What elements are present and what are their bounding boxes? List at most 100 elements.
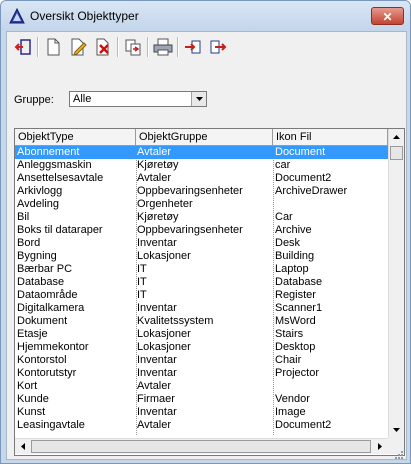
ikon-fil-cell: Stairs [275,328,304,340]
objekttype-cell: Kontorutstyr [17,367,77,379]
export-icon[interactable] [207,36,229,58]
table-row[interactable]: Dokument Kvalitetssystem MsWord [15,315,388,328]
import-icon[interactable] [182,36,204,58]
objekttype-cell: Dokument [17,315,68,327]
table-row[interactable]: Anleggsmaskin Kjøretøy car [15,159,388,172]
objekttype-cell: Database [17,276,65,288]
edit-icon[interactable] [67,36,89,58]
toolbar-separator [147,37,149,57]
ikon-fil-cell: Desk [275,237,301,249]
objekttype-cell: Avdeling [17,198,59,210]
table-row[interactable]: Kunst Inventar Image [15,406,388,419]
table-row[interactable]: Kort Avtaler [15,380,388,393]
objekttype-cell: Abonnement [17,146,80,158]
ikon-fil-cell: Car [275,211,293,223]
scroll-right-icon[interactable] [372,439,387,454]
ikon-fil-cell: Database [275,276,323,288]
ikon-fil-cell: Vendor [275,393,310,405]
client-area: Gruppe: Alle ObjektType ObjektGruppe Iko… [6,31,407,460]
objekttype-cell: Boks til dataraper [17,224,103,236]
objektgruppe-cell: Inventar [137,302,177,314]
objektgruppe-cell: Avtaler [137,419,172,431]
table-row[interactable]: Kontorstol Inventar Chair [15,354,388,367]
objekttype-cell: Bærbar PC [17,263,73,275]
table-row[interactable]: Bygning Lokasjoner Building [15,250,388,263]
column-header-objektgruppe[interactable]: ObjektGruppe [136,129,273,146]
objekttype-cell: Kunde [17,393,49,405]
resize-grip-icon[interactable] [393,449,403,459]
objektgruppe-cell: Kjøretøy [137,159,179,171]
table-row[interactable]: Ansettelsesavtale Avtaler Document2 [15,172,388,185]
objekttype-cell: Anleggsmaskin [17,159,92,171]
ikon-fil-cell: Building [275,250,315,262]
horizontal-scroll-thumb[interactable] [31,440,371,453]
close-button[interactable]: ✕ [371,7,404,25]
copy-document-icon[interactable] [122,36,144,58]
objekttype-cell: Bygning [17,250,57,262]
ikon-fil-cell: Document2 [275,419,332,431]
ikon-fil-cell: Chair [275,354,302,366]
title-bar[interactable]: Oversikt Objekttyper ✕ [1,1,410,31]
main-window: Oversikt Objekttyper ✕ Gruppe: Alle Obje… [0,0,411,464]
list-rows: Abonnement Avtaler Document Anleggsmaskin Kj… [15,146,388,432]
toolbar-separator [37,37,39,57]
window-title: Oversikt Objekttyper [30,9,139,23]
toolbar-separator [117,37,119,57]
ikon-fil-cell: Archive [275,224,312,236]
exit-icon[interactable] [12,36,34,58]
table-row[interactable]: Digitalkamera Inventar Scanner1 [15,302,388,315]
table-row[interactable]: Bord Inventar Desk [15,237,388,250]
table-row[interactable]: Etasje Lokasjoner Stairs [15,328,388,341]
table-row[interactable]: Kunde Firmaer Vendor [15,393,388,406]
objekttype-cell: Hjemmekontor [17,341,89,353]
objektgruppe-cell: Firmaer [137,393,175,405]
objekttype-cell: Ansettelsesavtale [17,172,104,184]
objektgruppe-cell: Inventar [137,406,177,418]
scroll-left-icon[interactable] [15,439,30,454]
table-row[interactable]: Arkivlogg Oppbevaringsenheter ArchiveDrawe… [15,185,388,198]
objektgruppe-cell: Oppbevaringsenheter [137,185,243,197]
objektgruppe-cell: Kjøretøy [137,211,179,223]
ikon-fil-cell: Projector [275,367,320,379]
objektgruppe-cell: Kvalitetssystem [137,315,214,327]
ikon-fil-cell: ArchiveDrawer [275,185,348,197]
delete-icon[interactable] [92,36,114,58]
scroll-up-icon[interactable] [389,129,404,144]
ikon-fil-cell: Desktop [275,341,316,353]
objektgruppe-cell: IT [137,289,147,301]
ikon-fil-cell: Image [275,406,306,418]
ikon-fil-cell: Scanner1 [275,302,323,314]
table-row[interactable]: Leasingavtale Avtaler Document2 [15,419,388,432]
scroll-down-icon[interactable] [389,422,404,437]
chevron-down-icon[interactable] [191,92,206,106]
objektgruppe-cell: IT [137,263,147,275]
objekttype-cell: Digitalkamera [17,302,85,314]
table-row[interactable]: Avdeling Orgenheter [15,198,388,211]
table-row[interactable]: Abonnement Avtaler Document [15,146,388,159]
vertical-scroll-thumb[interactable] [390,146,403,160]
objektgruppe-cell: Lokasjoner [137,250,191,262]
objektgruppe-cell: Avtaler [137,380,172,392]
table-row[interactable]: Bærbar PC IT Laptop [15,263,388,276]
objektgruppe-cell: Inventar [137,237,177,249]
vertical-scrollbar[interactable] [388,129,404,438]
app-triangle-icon [9,8,25,24]
table-row[interactable]: Database IT Database [15,276,388,289]
table-row[interactable]: Hjemmekontor Lokasjoner Desktop [15,341,388,354]
objektgruppe-cell: Inventar [137,367,177,379]
horizontal-scrollbar[interactable] [15,438,388,454]
table-row[interactable]: Kontorutstyr Inventar Projector [15,367,388,380]
objekttype-cell: Bil [17,211,30,223]
objekttype-cell: Bord [17,237,41,249]
print-icon[interactable] [152,36,174,58]
table-row[interactable]: Dataområde IT Register [15,289,388,302]
group-select[interactable]: Alle [69,91,207,107]
object-type-list: ObjektType ObjektGruppe Ikon Fil Abonnem… [14,128,405,456]
new-document-icon[interactable] [42,36,64,58]
objekttype-cell: Leasingavtale [17,419,85,431]
table-row[interactable]: Bil Kjøretøy Car [15,211,388,224]
column-header-objekttype[interactable]: ObjektType [15,129,136,146]
objektgruppe-cell: Oppbevaringsenheter [137,224,243,236]
table-row[interactable]: Boks til dataraper Oppbevaringsenheter Arc… [15,224,388,237]
column-header-ikon-fil[interactable]: Ikon Fil [273,129,388,146]
